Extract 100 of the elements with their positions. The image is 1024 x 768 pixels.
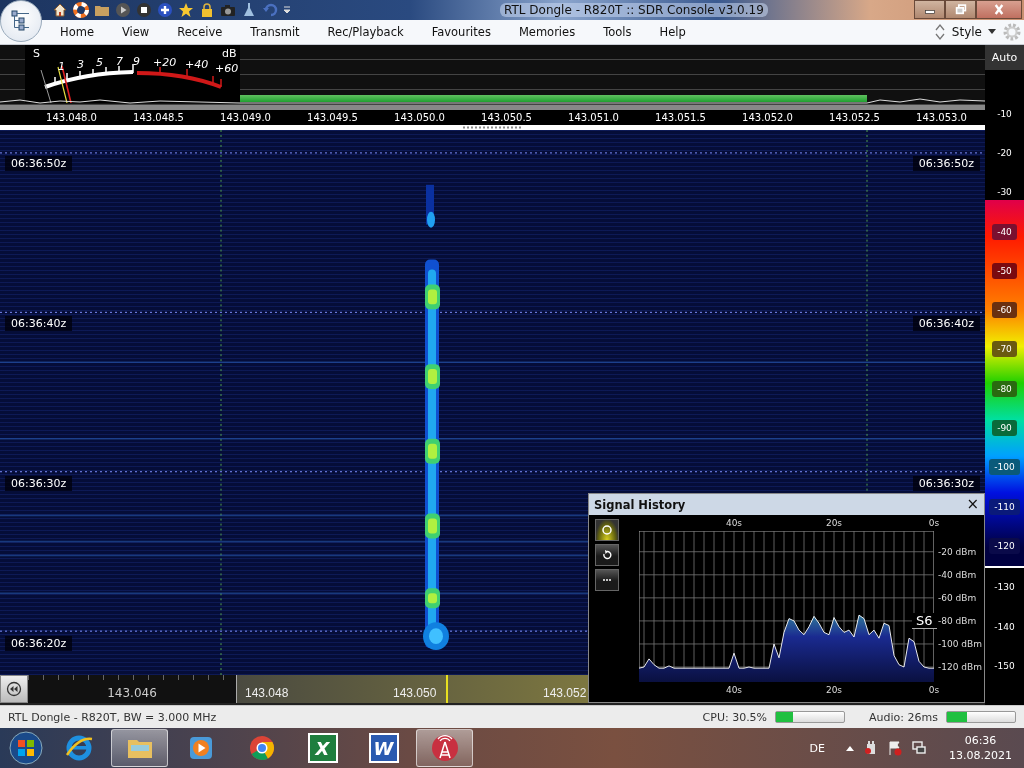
level-label: -20: [997, 147, 1012, 158]
play-icon[interactable]: [115, 2, 131, 18]
level-label: -60: [992, 302, 1017, 319]
frequency-label: 143.052.0: [741, 111, 794, 125]
level-label: -10: [997, 108, 1012, 119]
time-label: 06:36:50z: [5, 156, 73, 171]
flask-icon[interactable]: [241, 2, 257, 18]
menu-item[interactable]: Receive: [177, 25, 223, 39]
frequency-label: 143.053.0: [915, 111, 968, 125]
menu-item[interactable]: Help: [659, 25, 686, 39]
language-indicator[interactable]: DE: [809, 741, 825, 755]
time-tick-label: 20s: [824, 685, 844, 695]
meter-label: 5: [96, 57, 103, 69]
window-title: RTL Dongle - R820T :: SDR Console v3.0.19: [500, 3, 768, 17]
frequency-label: 143.051.0: [567, 111, 620, 125]
menu-item[interactable]: Rec/Playback: [327, 25, 404, 39]
lock-icon[interactable]: [199, 2, 215, 18]
level-label: -80: [992, 380, 1017, 397]
clock-date: 13.08.2021: [949, 748, 1012, 763]
time-tick-label: 40s: [724, 685, 744, 695]
taskbar-button[interactable]: X: [294, 729, 351, 767]
restore-button[interactable]: [945, 0, 976, 19]
flag-icon[interactable]: [887, 740, 903, 756]
level-tick-label: -40 dBm: [938, 568, 977, 582]
tool-button[interactable]: [595, 519, 619, 541]
clock[interactable]: 06:36 13.08.2021: [949, 733, 1012, 763]
lifebuoy-icon[interactable]: [73, 2, 89, 18]
menu-item[interactable]: Tools: [603, 25, 632, 39]
meter-label: 3: [77, 59, 84, 71]
circle-icon: [601, 524, 613, 536]
time-label: 06:36:40z: [912, 316, 980, 331]
menu-item[interactable]: Favourites: [431, 25, 491, 39]
close-button[interactable]: [976, 0, 1022, 19]
tool-button[interactable]: [595, 569, 619, 591]
meter-label: 9: [133, 56, 140, 68]
tool-button[interactable]: [595, 544, 619, 566]
clock-time: 06:36: [964, 733, 997, 748]
show-hidden-icons-icon[interactable]: [845, 744, 855, 752]
level-label: -50: [992, 262, 1017, 279]
spectrum-display[interactable]: S dB 1 3 5 7 9 +20 +40 +60: [0, 45, 985, 105]
time-tick-label: 0s: [927, 685, 941, 695]
frequency-label: 143.050.0: [393, 111, 446, 125]
refresh-icon: [601, 549, 613, 561]
frequency-label: 143.049.0: [219, 111, 272, 125]
meter-label: dB: [222, 48, 237, 60]
meter-label: +20: [153, 57, 177, 69]
frequency-label: 143.046: [107, 685, 157, 702]
level-label: -110: [989, 498, 1020, 515]
up-down-icon[interactable]: [933, 23, 946, 41]
auto-button[interactable]: Auto: [985, 45, 1024, 70]
meter-label: 7: [116, 56, 123, 68]
panel-title: Signal History: [594, 497, 686, 512]
frequency-label: 143.051.5: [654, 111, 707, 125]
meter-label: +40: [185, 59, 209, 71]
time-label: 06:36:50z: [912, 156, 980, 171]
app-logo: W: [368, 733, 399, 763]
meter-label: +60: [215, 63, 239, 75]
meter-label: Audio: 26ms: [869, 710, 938, 724]
level-tick-label: -100 dBm: [938, 637, 982, 651]
plus-icon[interactable]: [157, 2, 173, 18]
home-icon[interactable]: [52, 2, 68, 18]
color-scale-bar[interactable]: -40 -50 -60 -70 -80 -90 -100 -110 -120: [985, 199, 1024, 568]
camera-icon[interactable]: [220, 2, 236, 18]
rewind-button[interactable]: [0, 675, 28, 703]
start-button[interactable]: [6, 728, 46, 768]
star-icon[interactable]: [178, 2, 194, 18]
level-label: -100: [989, 459, 1020, 476]
menu-item[interactable]: Transmit: [250, 25, 300, 39]
taskbar-button[interactable]: [111, 729, 168, 767]
level-label: -130: [994, 582, 1015, 593]
taskbar-button[interactable]: W: [355, 729, 412, 767]
more-icon: [601, 578, 613, 582]
taskbar-button[interactable]: [416, 729, 473, 767]
level-label: -30: [997, 187, 1012, 198]
restore-icon: [953, 4, 968, 15]
stop-icon[interactable]: [136, 2, 152, 18]
meter-label: S: [33, 48, 40, 60]
time-label: 06:36:30z: [912, 476, 980, 491]
time-label: 06:36:40z: [5, 316, 73, 331]
network-icon[interactable]: [911, 740, 927, 756]
close-button[interactable]: ×: [966, 497, 979, 512]
frequency-label: 143.049.5: [306, 111, 359, 125]
style-menu[interactable]: Style: [951, 25, 982, 39]
minimize-button[interactable]: [914, 0, 945, 19]
caret-icon[interactable]: [988, 29, 996, 35]
menu-item[interactable]: View: [121, 25, 150, 39]
time-tick-label: 40s: [724, 518, 744, 528]
splitter-grip-icon[interactable]: [462, 126, 523, 129]
menu-item[interactable]: Memories: [518, 25, 576, 39]
tuning-marker[interactable]: [446, 675, 448, 703]
frequency-label: 143.052: [543, 685, 587, 702]
menu-item[interactable]: Home: [60, 25, 94, 39]
level-label: -70: [992, 341, 1017, 358]
level-label: -150: [994, 660, 1015, 671]
level-label: -40: [992, 223, 1017, 240]
level-tick-label: -60 dBm: [938, 591, 977, 605]
rewind-icon: [6, 681, 22, 697]
close-icon: [992, 4, 1006, 15]
dropdown-icon[interactable]: [283, 6, 291, 14]
level-tick-label: -80 dBm: [938, 614, 977, 628]
